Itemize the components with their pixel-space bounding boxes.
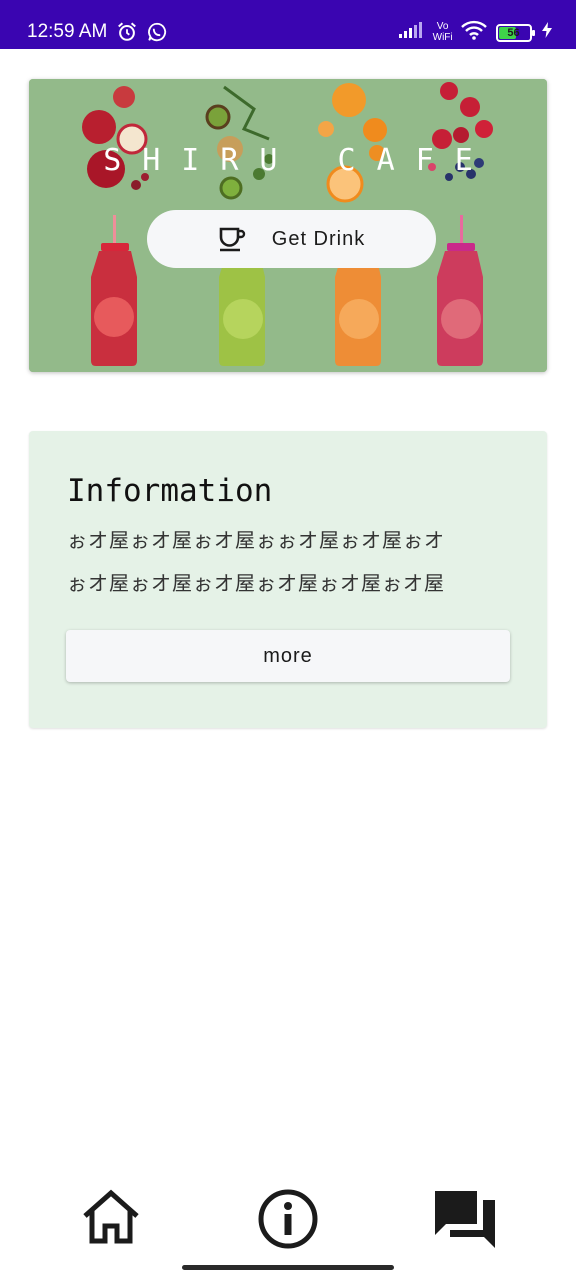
forum-icon [435,1191,495,1248]
status-time: 12:59 AM [27,21,108,42]
whatsapp-icon [148,22,167,42]
wifi-icon [461,20,487,45]
information-card: Information ぉオ屋ぉオ屋ぉオ屋ぉぉオ屋ぉオ屋ぉオ ぉオ屋ぉオ屋ぉオ屋… [29,431,547,728]
nav-home-button[interactable] [80,1188,142,1250]
vowifi-bottom-label: WiFi [432,31,453,43]
information-body-line-1: ぉオ屋ぉオ屋ぉオ屋ぉぉオ屋ぉオ屋ぉオ [67,528,445,552]
status-bar: 12:59 AM Vo WiFi 56 [0,0,576,49]
nav-info-button[interactable] [256,1188,320,1256]
signal-icon [398,21,424,44]
vowifi-icon: Vo WiFi [432,20,453,43]
charging-icon [542,22,552,43]
information-title: Information [67,473,273,509]
info-icon [258,1189,318,1249]
gesture-home-indicator[interactable] [182,1265,394,1270]
cup-icon [218,226,246,252]
information-body: ぉオ屋ぉオ屋ぉオ屋ぉぉオ屋ぉオ屋ぉオ ぉオ屋ぉオ屋ぉオ屋ぉオ屋ぉオ屋ぉオ屋 [67,519,517,605]
alarm-icon [118,22,136,41]
hero-title: SHIRU CAFE [103,143,494,178]
battery-icon: 56 [495,23,535,42]
home-icon [83,1189,139,1244]
get-drink-label: Get Drink [271,227,366,250]
battery-level: 56 [507,26,520,39]
status-right-icons: Vo WiFi 56 [398,20,552,45]
more-button[interactable]: more [66,630,510,682]
hero-card: SHIRU CAFE Get Drink [29,79,547,372]
information-body-line-2: ぉオ屋ぉオ屋ぉオ屋ぉオ屋ぉオ屋ぉオ屋 [67,571,445,595]
nav-forum-button[interactable] [432,1188,498,1256]
bottom-navigation [0,1170,576,1280]
status-left-icons [116,21,168,43]
get-drink-button[interactable]: Get Drink [147,210,436,268]
battery-tip [531,29,535,36]
vowifi-top-label: Vo [436,20,449,32]
